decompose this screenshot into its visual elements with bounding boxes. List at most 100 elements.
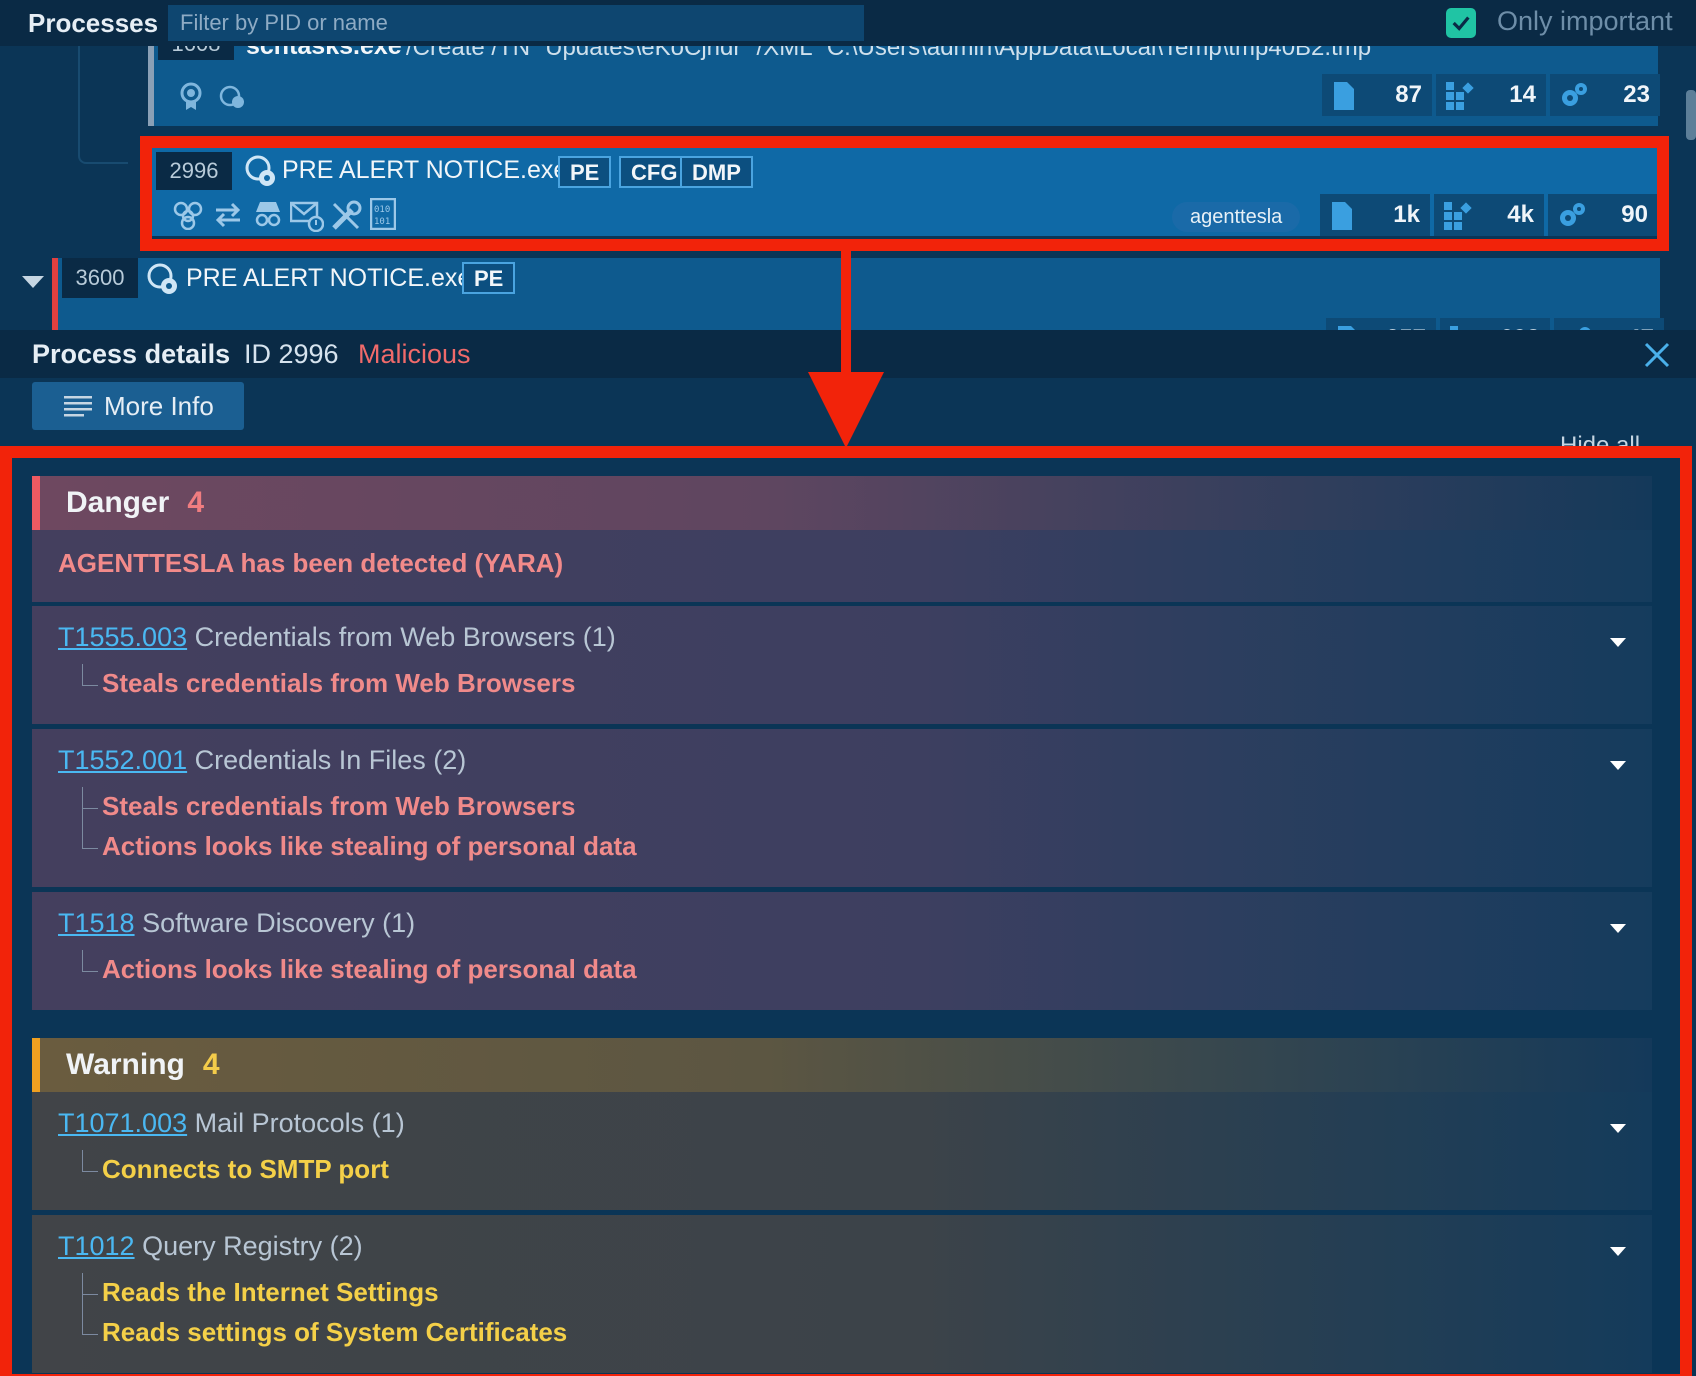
technique-name: Credentials from Web Browsers (1): [194, 622, 616, 652]
svg-text:101: 101: [374, 217, 390, 227]
process-name: PRE ALERT NOTICE.exe: [282, 156, 568, 184]
technique-id-link[interactable]: T1071.003: [58, 1108, 187, 1138]
modules-gear-icon: [1562, 83, 1587, 106]
more-info-button[interactable]: More Info: [32, 382, 244, 430]
files-stat[interactable]: 87: [1322, 74, 1432, 116]
process-cmdline: /Create /TN "Updates\eKoCjndr" /XML "C:\…: [406, 46, 1380, 61]
technique-name: Credentials In Files (2): [194, 745, 467, 775]
danger-section-header[interactable]: Danger 4: [32, 476, 1652, 530]
tree-branch: [82, 1273, 98, 1295]
tree-branch: [82, 1295, 98, 1335]
indicator-text: Connects to SMTP port: [102, 1154, 389, 1184]
tree-branch: [82, 664, 98, 686]
process-row-2996[interactable]: 2996 PRE ALERT NOTICE.exe PE CFG DMP 010…: [152, 148, 1660, 236]
process-row-1608[interactable]: 1608 schtasks.exe /Create /TN "Updates\e…: [148, 46, 1660, 126]
collapse-caret-icon[interactable]: [22, 276, 44, 290]
modules-stat[interactable]: 90: [1548, 194, 1658, 236]
details-title: Process details: [32, 339, 231, 369]
network-arrows-icon: [215, 202, 241, 228]
process-row-3600[interactable]: 3600 PRE ALERT NOTICE.exe PE 357 698 47: [52, 258, 1664, 330]
highlight-arrow-head: [808, 372, 884, 448]
process-pid: 2996: [156, 152, 232, 190]
danger-label: Danger: [66, 486, 170, 519]
biohazard-icon: [173, 201, 203, 230]
indicator-text: Steals credentials from Web Browsers: [102, 791, 576, 821]
tree-branch: [82, 809, 98, 849]
file-icon: [1332, 202, 1352, 230]
agenttesla-badge[interactable]: agenttesla: [1172, 202, 1301, 232]
technique-card-t1518[interactable]: T1518 Software Discovery (1) Actions loo…: [32, 892, 1652, 1010]
only-important-checkbox[interactable]: [1446, 8, 1476, 38]
warning-count: 4: [202, 1048, 220, 1081]
hide-all-link[interactable]: Hide all: [1560, 432, 1640, 446]
files-stat[interactable]: 1k: [1320, 194, 1430, 236]
modules-stat[interactable]: 23: [1550, 74, 1660, 116]
tag-pe[interactable]: PE: [462, 262, 516, 294]
indicator-text: Steals credentials from Web Browsers: [102, 668, 576, 698]
filter-input[interactable]: [168, 5, 864, 41]
registry-icon: [1444, 202, 1472, 230]
yara-text: AGENTTESLA has been detected (YARA): [58, 548, 564, 578]
chevron-down-icon[interactable]: [1610, 1247, 1626, 1256]
process-name: PRE ALERT NOTICE.exe: [186, 264, 472, 292]
tools-icon: [332, 200, 362, 230]
spy-icon: [255, 202, 281, 227]
modules-gear-icon: [1560, 203, 1585, 226]
process-list-scrollbar[interactable]: [1686, 90, 1696, 140]
modules-stat[interactable]: 47: [1554, 318, 1664, 330]
only-important-label[interactable]: Only important: [1497, 6, 1673, 37]
registry-stat[interactable]: 14: [1436, 74, 1546, 116]
technique-card-t1012[interactable]: T1012 Query Registry (2) Reads the Inter…: [32, 1215, 1652, 1373]
indicator-text: Actions looks like stealing of personal …: [102, 831, 637, 861]
svg-text:010: 010: [374, 205, 390, 215]
indicator-text: Reads the Internet Settings: [102, 1277, 439, 1307]
process-pid: 1608: [158, 46, 234, 60]
warning-label: Warning: [66, 1048, 185, 1081]
yara-detection: AGENTTESLA has been detected (YARA): [32, 530, 1652, 602]
processes-title: Processes: [28, 7, 159, 38]
close-icon[interactable]: [1644, 342, 1670, 368]
process-name: schtasks.exe: [246, 46, 402, 60]
process-gear-icon: [245, 155, 275, 186]
binary-file-icon: 010101: [370, 198, 396, 230]
technique-id-link[interactable]: T1012: [58, 1231, 135, 1261]
technique-card-t1555[interactable]: T1555.003 Credentials from Web Browsers …: [32, 606, 1652, 724]
process-pid: 3600: [62, 258, 138, 298]
technique-name: Software Discovery (1): [142, 908, 416, 938]
registry-stat[interactable]: 4k: [1434, 194, 1544, 236]
chevron-down-icon[interactable]: [1610, 1124, 1626, 1133]
tree-branch: [82, 950, 98, 972]
warning-section-header[interactable]: Warning 4: [32, 1038, 1652, 1092]
tag-dmp[interactable]: DMP: [680, 156, 753, 188]
file-icon: [1334, 82, 1354, 110]
technique-id-link[interactable]: T1552.001: [58, 745, 187, 775]
technique-id-link[interactable]: T1518: [58, 908, 135, 938]
indicator-text: Reads settings of System Certificates: [102, 1317, 568, 1347]
menu-lines-icon: [64, 396, 92, 417]
details-process-id: ID 2996: [244, 339, 339, 369]
danger-count: 4: [187, 486, 205, 519]
more-info-label: More Info: [104, 390, 214, 421]
highlight-arrow-stem: [841, 251, 851, 381]
checkmark-icon: [1452, 16, 1470, 31]
technique-card-t1071[interactable]: T1071.003 Mail Protocols (1) Connects to…: [32, 1092, 1652, 1210]
files-stat[interactable]: 357: [1326, 318, 1436, 330]
chevron-down-icon[interactable]: [1610, 761, 1626, 770]
registry-icon: [1446, 82, 1474, 110]
tag-cfg[interactable]: CFG: [619, 156, 690, 188]
tree-branch: [82, 1150, 98, 1172]
tree-branch: [82, 787, 98, 809]
chevron-down-icon[interactable]: [1610, 924, 1626, 933]
details-verdict: Malicious: [358, 339, 471, 369]
alerts-panel: Danger 4 AGENTTESLA has been detected (Y…: [12, 458, 1680, 1376]
tag-pe[interactable]: PE: [558, 156, 612, 188]
technique-card-t1552[interactable]: T1552.001 Credentials In Files (2) Steal…: [32, 729, 1652, 887]
top-bar: Processes Only important: [0, 0, 1696, 46]
process-gear-icon: [147, 263, 177, 294]
tree-connector: [78, 46, 128, 164]
technique-name: Query Registry (2): [142, 1231, 363, 1261]
registry-stat[interactable]: 698: [1440, 318, 1550, 330]
process-gear-icon: [219, 85, 244, 108]
technique-id-link[interactable]: T1555.003: [58, 622, 187, 652]
chevron-down-icon[interactable]: [1610, 638, 1626, 647]
